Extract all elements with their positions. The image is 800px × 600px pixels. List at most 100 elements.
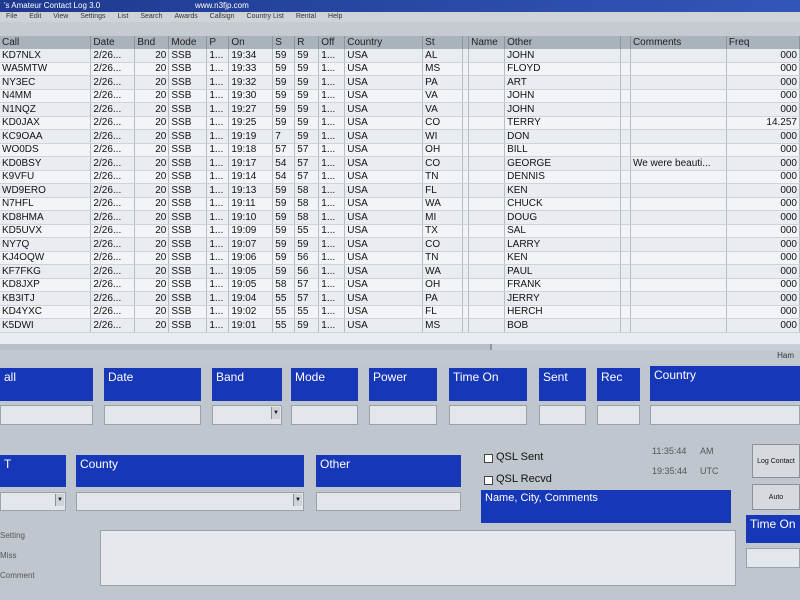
power-input[interactable] — [369, 405, 437, 425]
table-cell: 59 — [294, 49, 320, 63]
col-country[interactable]: Country — [344, 36, 424, 49]
table-row[interactable]: N7HFL 2/26... 20 SSB 1... 19:11 59 58 1... USA WA C… — [0, 197, 800, 211]
time-on-2-input[interactable] — [746, 548, 800, 568]
table-cell: 54 — [272, 170, 296, 184]
table-row[interactable]: KD5UVX 2/26... 20 SSB 1... 19:09 59 55 1... USA TX… — [0, 224, 800, 238]
col-comments[interactable]: Comments — [630, 36, 727, 49]
col-call[interactable]: Call — [0, 36, 92, 49]
table-row[interactable]: KB3ITJ 2/26... 20 SSB 1... 19:04 55 57 1... USA PA… — [0, 291, 800, 306]
menu-view[interactable]: View — [53, 13, 68, 20]
table-row[interactable]: KJ4OQW 2/26... 20 SSB 1... 19:06 59 56 1... USA TN… — [0, 251, 800, 265]
table-cell — [630, 116, 727, 130]
qsl-sent-checkbox[interactable] — [484, 454, 493, 463]
col-spacer-2[interactable] — [620, 36, 631, 49]
table-row[interactable]: N1NQZ 2/26... 20 SSB 1... 19:27 59 59 1... USA VA J… — [0, 102, 800, 117]
menu-awards[interactable]: Awards — [175, 13, 198, 20]
state-select[interactable]: ▼ — [0, 492, 66, 511]
table-row[interactable]: KD0BSY 2/26... 20 SSB 1... 19:17 54 57 1... USA CO… — [0, 156, 800, 171]
table-cell: 19:33 — [228, 62, 274, 76]
menu-callsign[interactable]: Callsign — [210, 13, 235, 20]
time-on-input[interactable] — [449, 405, 527, 425]
table-cell — [630, 62, 727, 76]
table-cell: 55 — [294, 305, 320, 319]
menu-help[interactable]: Help — [328, 13, 342, 20]
country-input[interactable] — [650, 405, 800, 425]
table-cell: 2/26... — [90, 183, 136, 198]
table-cell: 1... — [318, 183, 346, 198]
menu-list[interactable]: List — [118, 13, 129, 20]
col-date[interactable]: Date — [90, 36, 136, 49]
table-cell: DOUG — [504, 210, 621, 225]
table-row[interactable]: KD4YXC 2/26... 20 SSB 1... 19:02 55 55 1... USA FL… — [0, 305, 800, 319]
menu-search[interactable]: Search — [140, 13, 162, 20]
col-rec[interactable]: R — [294, 36, 320, 49]
call-input[interactable] — [0, 405, 93, 425]
col-freq[interactable]: Freq — [726, 36, 800, 49]
table-cell: ART — [504, 75, 621, 90]
menu-settings[interactable]: Settings — [80, 13, 105, 20]
table-row[interactable]: N4MM 2/26... 20 SSB 1... 19:30 59 59 1... USA VA JO… — [0, 89, 800, 103]
col-other[interactable]: Other — [504, 36, 621, 49]
col-power[interactable]: P — [206, 36, 230, 49]
menu-file[interactable]: File — [6, 13, 17, 20]
col-band[interactable]: Bnd — [134, 36, 170, 49]
col-off[interactable]: Off — [318, 36, 346, 49]
menu-edit[interactable]: Edit — [29, 13, 41, 20]
chevron-down-icon[interactable]: ▼ — [271, 407, 280, 419]
table-cell: 1... — [318, 305, 346, 319]
notes-textarea[interactable] — [100, 530, 736, 586]
table-row[interactable]: KD0JAX 2/26... 20 SSB 1... 19:25 59 59 1... USA CO… — [0, 116, 800, 130]
table-cell: USA — [344, 224, 424, 238]
sent-input[interactable] — [539, 405, 586, 425]
table-row[interactable]: K9VFU 2/26... 20 SSB 1... 19:14 54 57 1... USA TN D… — [0, 170, 800, 184]
table-cell: 2/26... — [90, 62, 136, 76]
date-input[interactable] — [104, 405, 201, 425]
table-cell: We were beauti... — [630, 156, 727, 171]
table-cell: 57 — [294, 143, 320, 157]
table-row[interactable]: KD7NLX 2/26... 20 SSB 1... 19:34 59 59 1... USA AL… — [0, 49, 800, 63]
col-name[interactable]: Name — [468, 36, 506, 49]
table-cell: USA — [344, 183, 424, 198]
table-cell — [468, 251, 506, 265]
log-contact-button[interactable]: Log Contact — [752, 444, 800, 478]
col-state[interactable]: St — [422, 36, 464, 49]
table-cell: SSB — [168, 264, 208, 279]
menu-rental[interactable]: Rental — [296, 13, 316, 20]
chevron-down-icon[interactable]: ▼ — [55, 494, 64, 506]
table-cell: 59 — [272, 197, 296, 211]
table-cell — [620, 278, 631, 292]
col-mode[interactable]: Mode — [168, 36, 208, 49]
table-cell: N7HFL — [0, 197, 92, 211]
qsl-recvd-checkbox[interactable] — [484, 476, 493, 485]
table-row[interactable]: KC9OAA 2/26... 20 SSB 1... 19:19 7 59 1... USA WI D… — [0, 129, 800, 144]
table-cell: 59 — [294, 129, 320, 144]
col-on[interactable]: On — [228, 36, 274, 49]
band-select[interactable]: ▼ — [212, 405, 282, 425]
rec-input[interactable] — [597, 405, 640, 425]
table-cell: 19:19 — [228, 129, 274, 144]
table-row[interactable]: K5DWI 2/26... 20 SSB 1... 19:01 55 59 1... USA MS B… — [0, 318, 800, 333]
table-cell: SSB — [168, 318, 208, 333]
menu-bar: File Edit View Settings List Search Awar… — [0, 12, 800, 22]
table-row[interactable]: NY3EC 2/26... 20 SSB 1... 19:32 59 59 1... USA PA A… — [0, 75, 800, 90]
auto-button[interactable]: Auto — [752, 484, 800, 510]
table-row[interactable]: WA5MTW 2/26... 20 SSB 1... 19:33 59 59 1... USA MS… — [0, 62, 800, 76]
col-sent[interactable]: S — [272, 36, 296, 49]
table-row[interactable]: KD8JXP 2/26... 20 SSB 1... 19:05 58 57 1... USA OH… — [0, 278, 800, 292]
table-cell: FRANK — [504, 278, 621, 292]
table-row[interactable]: KF7FKG 2/26... 20 SSB 1... 19:05 59 56 1... USA WA… — [0, 264, 800, 279]
table-row[interactable]: KD8HMA 2/26... 20 SSB 1... 19:10 59 58 1... USA MI… — [0, 210, 800, 225]
county-select[interactable]: ▼ — [76, 492, 304, 511]
chevron-down-icon[interactable]: ▼ — [293, 494, 302, 506]
contact-log-grid[interactable]: Call Date Bnd Mode P On S R Off Country … — [0, 36, 800, 344]
table-cell: DON — [504, 129, 621, 144]
other-input[interactable] — [316, 492, 461, 511]
table-row[interactable]: WO0DS 2/26... 20 SSB 1... 19:18 57 57 1... USA OH B… — [0, 143, 800, 157]
table-cell — [630, 183, 727, 198]
table-row[interactable]: NY7Q 2/26... 20 SSB 1... 19:07 59 59 1... USA CO LA… — [0, 237, 800, 252]
mode-input[interactable] — [291, 405, 358, 425]
table-row[interactable]: WD9ERO 2/26... 20 SSB 1... 19:13 59 58 1... USA FL… — [0, 183, 800, 198]
menu-country-list[interactable]: Country List — [247, 13, 284, 20]
table-cell: 1... — [206, 129, 230, 144]
table-cell: WA — [422, 264, 464, 279]
